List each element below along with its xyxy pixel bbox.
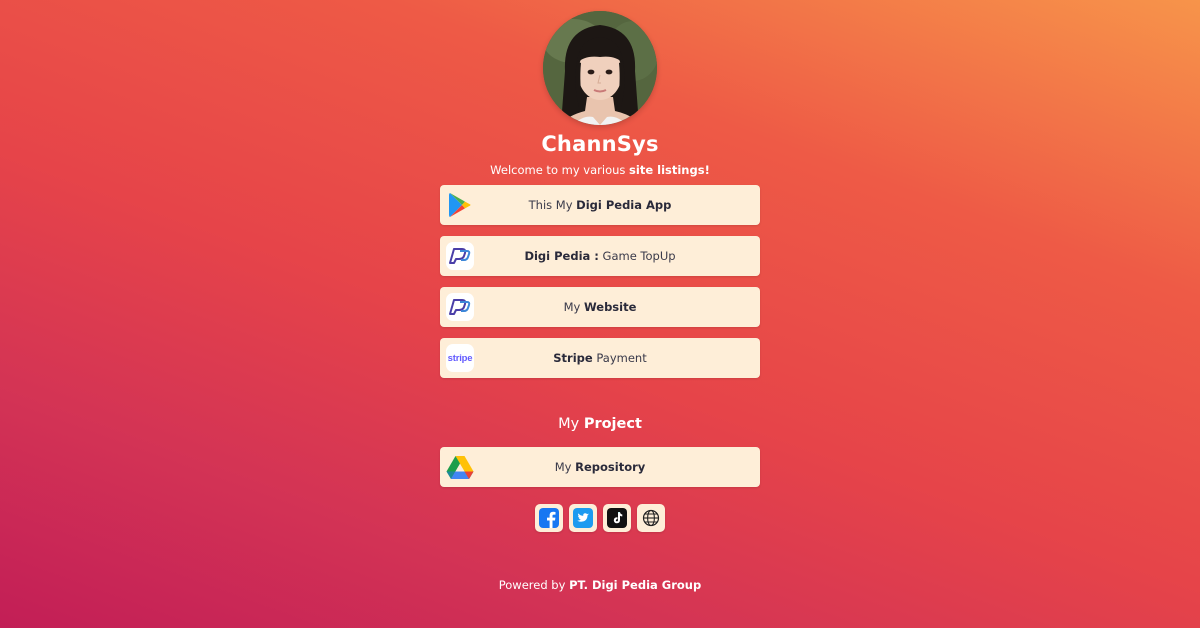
avatar <box>543 11 657 125</box>
link-label: Digi Pedia : Game TopUp <box>440 236 760 276</box>
link-button-stripe-payment[interactable]: stripe Stripe Payment <box>440 338 760 378</box>
footer: Powered by PT. Digi Pedia Group <box>0 578 1200 592</box>
link-label-bold: Website <box>584 300 637 314</box>
link-label: This My Digi Pedia App <box>440 185 760 225</box>
link-label-pre: This My <box>528 198 577 212</box>
profile-name: ChannSys <box>541 132 659 156</box>
tiktok-icon[interactable] <box>603 504 631 532</box>
link-button-website[interactable]: My Website <box>440 287 760 327</box>
twitter-icon[interactable] <box>569 504 597 532</box>
profile-tagline: Welcome to my various site listings! <box>0 163 1200 177</box>
section-title-prefix: My <box>558 416 584 432</box>
link-label-pre: My <box>563 300 584 314</box>
link-label-post: Payment <box>592 351 647 365</box>
facebook-icon[interactable] <box>535 504 563 532</box>
link-button-game-topup[interactable]: Digi Pedia : Game TopUp <box>440 236 760 276</box>
link-button-digi-pedia-app[interactable]: This My Digi Pedia App <box>440 185 760 225</box>
page: ChannSys Welcome to my various site list… <box>0 0 1200 628</box>
tagline-text: Welcome to my various <box>490 163 630 177</box>
footer-prefix: Powered by <box>498 578 570 592</box>
link-label-post: Game TopUp <box>598 249 676 263</box>
link-label: My Repository <box>440 447 760 487</box>
link-label-bold: Stripe <box>553 351 593 365</box>
link-label: My Website <box>440 287 760 327</box>
link-label: Stripe Payment <box>440 338 760 378</box>
link-label-bold: Digi Pedia App <box>576 198 672 212</box>
social-links <box>535 504 665 532</box>
section-title-project: My Project <box>0 416 1200 432</box>
link-label-bold: Repository <box>575 460 646 474</box>
globe-icon[interactable] <box>637 504 665 532</box>
link-label-pre: My <box>554 460 576 474</box>
tagline-bold-text: site listings! <box>629 163 710 177</box>
link-label-bold: Digi Pedia : <box>524 249 599 263</box>
section-title-bold: Project <box>583 416 642 432</box>
link-button-repository[interactable]: My Repository <box>440 447 760 487</box>
footer-company-name: PT. Digi Pedia Group <box>569 578 702 592</box>
